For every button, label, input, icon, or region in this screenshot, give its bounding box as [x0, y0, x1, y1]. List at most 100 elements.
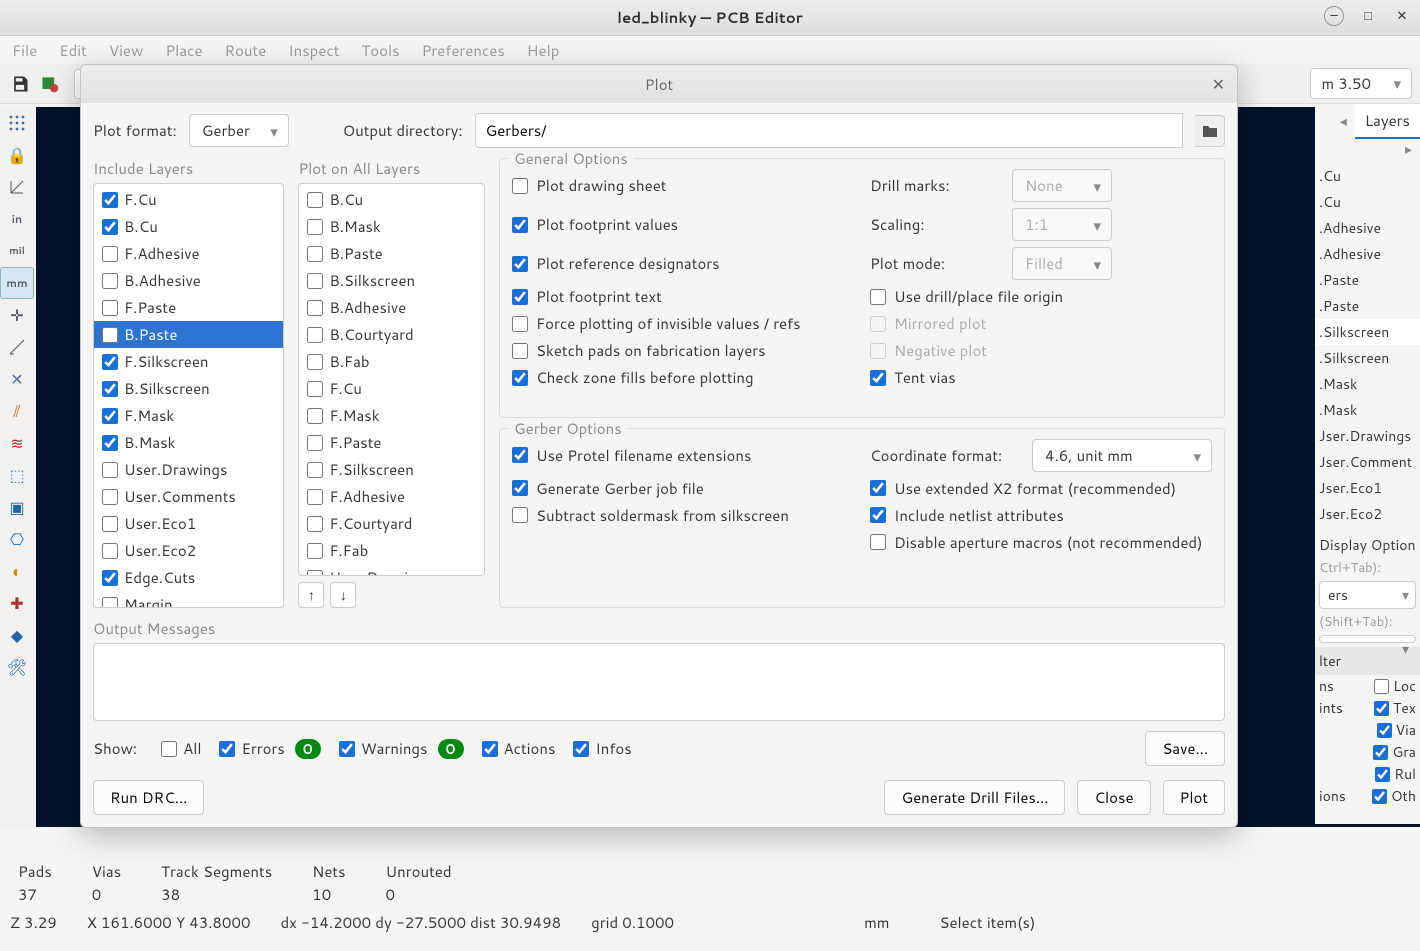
include-layer-item[interactable]: F.Paste: [94, 294, 283, 321]
gerber-opt-1[interactable]: Generate Gerber job file: [512, 478, 852, 499]
menu-inspect[interactable]: Inspect: [288, 40, 339, 61]
filter-checkbox[interactable]: Via: [1315, 719, 1420, 741]
disable-aperture-checkbox[interactable]: Disable aperture macros (not recommended…: [870, 532, 1212, 553]
include-layer-item[interactable]: Edge.Cuts: [94, 564, 283, 591]
coord-format-combo[interactable]: 4.6, unit mm: [1032, 439, 1212, 472]
show-all-checkbox[interactable]: All: [161, 738, 201, 759]
general-opt-3[interactable]: Plot footprint text: [512, 286, 852, 307]
filter-checkbox[interactable]: Gra: [1315, 741, 1420, 763]
filter-checkbox[interactable]: nsLoc: [1315, 675, 1420, 697]
gerber-opt-2[interactable]: Subtract soldermask from silkscreen: [512, 505, 852, 526]
plotall-layer-item[interactable]: B.Silkscreen: [299, 267, 484, 294]
outlines-icon[interactable]: ⫽: [0, 395, 34, 427]
appearance-layer-item[interactable]: .Silkscreen: [1315, 345, 1420, 371]
appearance-layer-item[interactable]: .Cu: [1315, 163, 1420, 189]
appearance-layer-item[interactable]: .Mask: [1315, 397, 1420, 423]
menu-route[interactable]: Route: [225, 40, 267, 61]
general-opt-0[interactable]: Plot drawing sheet: [512, 175, 852, 196]
run-drc-button[interactable]: Run DRC...: [93, 780, 204, 815]
minimize-icon[interactable]: –: [1324, 6, 1344, 26]
plot-button[interactable]: Plot: [1163, 780, 1225, 815]
plot-format-combo[interactable]: Gerber: [189, 114, 289, 147]
appearance-layer-item[interactable]: .Paste: [1315, 293, 1420, 319]
general-opt-1[interactable]: Plot footprint values: [512, 214, 852, 235]
show-errors-checkbox[interactable]: Errors0: [219, 738, 320, 759]
show-actions-checkbox[interactable]: Actions: [482, 738, 556, 759]
menu-tools[interactable]: Tools: [361, 40, 399, 61]
cursor-full-icon[interactable]: ✛: [0, 299, 34, 331]
appearance-layer-item[interactable]: Jser.Eco1: [1315, 475, 1420, 501]
mm-icon[interactable]: mm: [0, 267, 34, 299]
plotall-layer-item[interactable]: B.Fab: [299, 348, 484, 375]
appearance-layer-item[interactable]: Jser.Eco2: [1315, 501, 1420, 527]
plotall-layer-item[interactable]: B.Adhesive: [299, 294, 484, 321]
generate-drill-button[interactable]: Generate Drill Files...: [884, 780, 1065, 815]
menu-edit[interactable]: Edit: [59, 40, 87, 61]
tent-vias-checkbox[interactable]: Tent vias: [870, 367, 1212, 388]
filter-checkbox[interactable]: ionsOth: [1315, 785, 1420, 807]
appearance-layer-item[interactable]: Jser.Comment: [1315, 449, 1420, 475]
save-messages-button[interactable]: Save...: [1145, 731, 1225, 766]
plotall-layer-item[interactable]: F.Fab: [299, 537, 484, 564]
appearance-layer-item[interactable]: .Adhesive: [1315, 215, 1420, 241]
include-layers-list[interactable]: F.CuB.CuF.AdhesiveB.AdhesiveF.PasteB.Pas…: [93, 183, 284, 608]
output-dir-input[interactable]: [475, 113, 1183, 148]
active-layer-combo[interactable]: ers: [1319, 581, 1416, 609]
plot-mode-combo[interactable]: Filled: [1012, 247, 1112, 280]
include-layer-item[interactable]: User.Eco1: [94, 510, 283, 537]
use-drill-origin-checkbox[interactable]: Use drill/place file origin: [870, 286, 1212, 307]
general-opt-5[interactable]: Sketch pads on fabrication layers: [512, 340, 852, 361]
plot-all-layers-list[interactable]: B.CuB.MaskB.PasteB.SilkscreenB.AdhesiveB…: [298, 183, 485, 576]
show-warnings-checkbox[interactable]: Warnings0: [339, 738, 464, 759]
plotall-layer-item[interactable]: F.Paste: [299, 429, 484, 456]
plotall-layer-item[interactable]: F.Cu: [299, 375, 484, 402]
include-layer-item[interactable]: B.Adhesive: [94, 267, 283, 294]
include-layer-item[interactable]: User.Drawings: [94, 456, 283, 483]
pad-number-icon[interactable]: ⬚: [0, 459, 34, 491]
include-layer-item[interactable]: F.Mask: [94, 402, 283, 429]
inactive-layer-combo[interactable]: [1319, 635, 1416, 643]
plotall-layer-item[interactable]: F.Courtyard: [299, 510, 484, 537]
move-up-button[interactable]: ↑: [298, 582, 324, 608]
lock-icon[interactable]: 🔒: [0, 139, 34, 171]
menu-view[interactable]: View: [109, 40, 144, 61]
plotall-layer-item[interactable]: User.Drawings: [299, 564, 484, 576]
include-layer-item[interactable]: F.Cu: [94, 186, 283, 213]
appearance-layer-item[interactable]: .Paste: [1315, 267, 1420, 293]
x2-format-checkbox[interactable]: Use extended X2 format (recommended): [870, 478, 1212, 499]
gerber-opt-0[interactable]: Use Protel filename extensions: [512, 445, 852, 466]
zone-fill-icon[interactable]: ≋: [0, 427, 34, 459]
polar-icon[interactable]: [0, 171, 34, 203]
ratsnest-curved-icon[interactable]: ✕: [0, 363, 34, 395]
mils-icon[interactable]: mil: [0, 235, 34, 267]
layers-manager-icon[interactable]: ◆: [0, 619, 34, 651]
menu-file[interactable]: File: [12, 40, 37, 61]
browse-folder-button[interactable]: [1195, 115, 1225, 147]
plotall-layer-item[interactable]: F.Silkscreen: [299, 456, 484, 483]
show-infos-checkbox[interactable]: Infos: [573, 738, 631, 759]
negative-plot-checkbox[interactable]: Negative plot: [870, 340, 1212, 361]
scaling-combo[interactable]: 1:1: [1012, 208, 1112, 241]
menu-place[interactable]: Place: [165, 40, 202, 61]
general-opt-6[interactable]: Check zone fills before plotting: [512, 367, 852, 388]
track-outline-icon[interactable]: ⎔: [0, 523, 34, 555]
plotall-layer-item[interactable]: F.Mask: [299, 402, 484, 429]
plotall-layer-item[interactable]: F.Adhesive: [299, 483, 484, 510]
include-layer-item[interactable]: F.Adhesive: [94, 240, 283, 267]
appearance-layer-item[interactable]: .Adhesive: [1315, 241, 1420, 267]
include-layer-item[interactable]: B.Silkscreen: [94, 375, 283, 402]
plotall-layer-item[interactable]: B.Paste: [299, 240, 484, 267]
grid-dots-icon[interactable]: [0, 107, 34, 139]
close-button[interactable]: Close: [1077, 780, 1150, 815]
via-size-combo[interactable]: m 3.50: [1310, 68, 1412, 99]
filter-checkbox[interactable]: intsTex: [1315, 697, 1420, 719]
move-down-button[interactable]: ↓: [330, 582, 356, 608]
save-icon[interactable]: [8, 72, 32, 96]
appearance-layer-item[interactable]: .Mask: [1315, 371, 1420, 397]
via-hole-icon[interactable]: ▣: [0, 491, 34, 523]
wrench-icon[interactable]: 🛠: [0, 651, 34, 683]
general-opt-2[interactable]: Plot reference designators: [512, 253, 852, 274]
include-layer-item[interactable]: B.Paste: [94, 321, 283, 348]
include-layer-item[interactable]: B.Cu: [94, 213, 283, 240]
appearance-layer-item[interactable]: .Cu: [1315, 189, 1420, 215]
